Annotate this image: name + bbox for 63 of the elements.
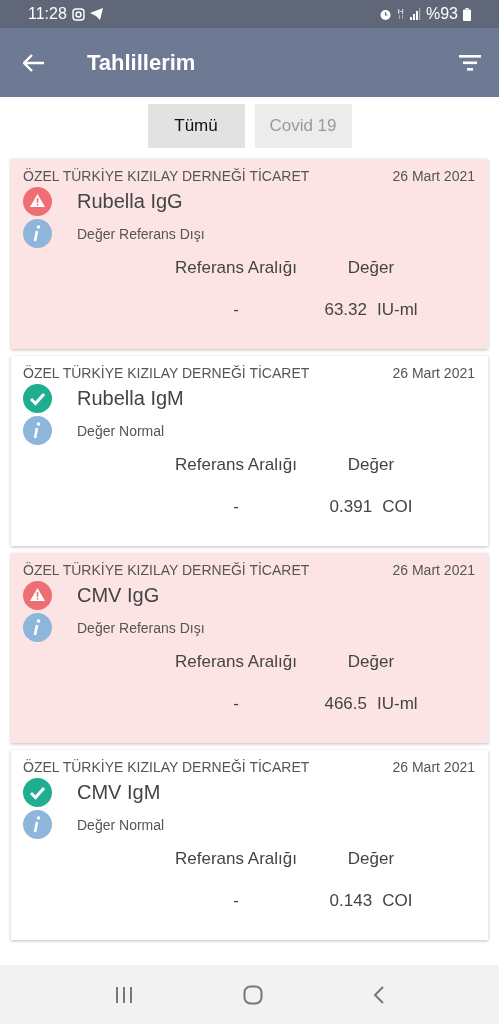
filter-tab[interactable]: Tümü: [147, 104, 245, 148]
column-header: Referans Aralığı: [174, 258, 298, 278]
filter-icon[interactable]: [459, 54, 481, 71]
result-value: 0.391: [329, 497, 373, 517]
result-note: Değer Referans Dışı: [77, 225, 205, 242]
result-value: 63.32: [324, 300, 367, 320]
result-card[interactable]: ÖZEL TÜRKİYE KIZILAY DERNEĞİ TİCARET 26 Mart 2021 CMV IgG Değer Referans Dışı Referans Aralığı Değer - 466.5 IU-ml: [11, 553, 488, 743]
back-arrow-icon[interactable]: [23, 53, 45, 72]
result-note: Değer Normal: [77, 422, 165, 439]
result-unit: IU-ml: [376, 300, 418, 320]
clock-time: 11:28: [28, 5, 67, 23]
reference-range: -: [232, 497, 240, 517]
reference-range: -: [232, 300, 240, 320]
column-header: Referans Aralığı: [174, 455, 298, 475]
battery-icon: [463, 7, 471, 21]
column-header: Referans Aralığı: [174, 652, 298, 672]
screen-title: Tahlillerim: [87, 49, 197, 76]
lab-name: ÖZEL TÜRKİYE KIZILAY DERNEĞİ TİCARET: [23, 168, 310, 184]
checkmark-icon: [23, 778, 52, 807]
column-header: Değer: [346, 652, 396, 672]
network-icon: [396, 8, 405, 20]
result-card[interactable]: ÖZEL TÜRKİYE KIZILAY DERNEĞİ TİCARET 26 Mart 2021 Rubella IgG Değer Referans Dışı Referans Aralığı Değer - 63.32 IU-ml: [11, 159, 488, 349]
paper-plane-icon: [89, 8, 103, 20]
lab-name: ÖZEL TÜRKİYE KIZILAY DERNEĞİ TİCARET: [23, 759, 310, 775]
test-name: CMV IgG: [77, 584, 160, 607]
home-icon[interactable]: [242, 984, 263, 1005]
info-icon[interactable]: [23, 416, 52, 445]
result-date: 26 Mart 2021: [392, 365, 475, 381]
back-icon[interactable]: [372, 985, 385, 1004]
result-card[interactable]: ÖZEL TÜRKİYE KIZILAY DERNEĞİ TİCARET 26 Mart 2021 CMV IgM Değer Normal Referans Aralığı Değer - 0.143 COI: [11, 750, 488, 940]
result-date: 26 Mart 2021: [392, 759, 475, 775]
camera-icon: [71, 7, 85, 21]
result-date: 26 Mart 2021: [392, 168, 475, 184]
warning-icon: [23, 187, 52, 216]
column-header: Değer: [346, 455, 396, 475]
test-name: Rubella IgG: [77, 190, 183, 213]
lab-name: ÖZEL TÜRKİYE KIZILAY DERNEĞİ TİCARET: [23, 562, 310, 578]
info-icon[interactable]: [23, 219, 52, 248]
reference-range: -: [232, 891, 240, 911]
signal-icon: [409, 8, 421, 20]
result-card[interactable]: ÖZEL TÜRKİYE KIZILAY DERNEĞİ TİCARET 26 Mart 2021 Rubella IgM Değer Normal Referans Aralığı Değer - 0.391 COI: [11, 356, 488, 546]
warning-icon: [23, 581, 52, 610]
checkmark-icon: [23, 384, 52, 413]
battery-percent: %93: [425, 5, 458, 23]
result-value: 466.5: [324, 694, 367, 714]
reference-range: -: [232, 694, 240, 714]
column-header: Referans Aralığı: [174, 849, 298, 869]
column-header: Değer: [346, 258, 396, 278]
lab-name: ÖZEL TÜRKİYE KIZILAY DERNEĞİ TİCARET: [23, 365, 310, 381]
result-value: 0.143: [329, 891, 373, 911]
recent-apps-icon[interactable]: [114, 985, 133, 1004]
result-note: Değer Normal: [77, 816, 165, 833]
alarm-icon: [378, 7, 392, 21]
result-note: Değer Referans Dışı: [77, 619, 205, 636]
result-unit: COI: [382, 497, 413, 517]
result-unit: IU-ml: [376, 694, 418, 714]
column-header: Değer: [346, 849, 396, 869]
result-date: 26 Mart 2021: [392, 562, 475, 578]
info-icon[interactable]: [23, 810, 52, 839]
result-unit: COI: [382, 891, 413, 911]
test-name: Rubella IgM: [77, 387, 184, 410]
test-name: CMV IgM: [77, 781, 161, 804]
info-icon[interactable]: [23, 613, 52, 642]
